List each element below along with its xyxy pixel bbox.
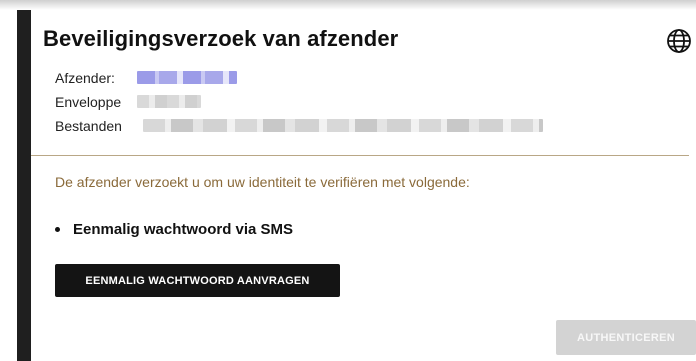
envelope-value-redacted	[137, 95, 201, 108]
dialog-title: Beveiligingsverzoek van afzender	[43, 26, 399, 51]
request-otp-button[interactable]: EENMALIG WACHTWOORD AANVRAGEN	[55, 264, 340, 297]
window-top-shadow	[0, 0, 696, 10]
section-divider	[31, 155, 689, 156]
sender-label: Afzender:	[55, 70, 115, 86]
verification-methods: Eenmalig wachtwoord via SMS	[55, 221, 293, 238]
method-label: Eenmalig wachtwoord via SMS	[73, 221, 294, 238]
verification-instruction: De afzender verzoekt u om uw identiteit …	[55, 174, 470, 190]
authenticate-button[interactable]: AUTHENTICEREN	[556, 320, 696, 355]
files-value-redacted	[143, 119, 543, 132]
envelope-details: Afzender: Enveloppe Bestanden	[55, 66, 543, 138]
envelope-row: Enveloppe	[55, 90, 201, 114]
security-request-dialog: Beveiligingsverzoek van afzender Afzende…	[31, 10, 696, 361]
bullet-icon	[55, 227, 60, 232]
sender-row: Afzender:	[55, 66, 237, 90]
globe-icon[interactable]	[666, 28, 692, 54]
files-row: Bestanden	[55, 114, 543, 138]
files-label: Bestanden	[55, 118, 122, 134]
verification-method-sms: Eenmalig wachtwoord via SMS	[55, 221, 293, 238]
envelope-label: Enveloppe	[55, 94, 122, 110]
sender-value-redacted	[137, 71, 237, 84]
left-accent-bar	[17, 10, 31, 361]
